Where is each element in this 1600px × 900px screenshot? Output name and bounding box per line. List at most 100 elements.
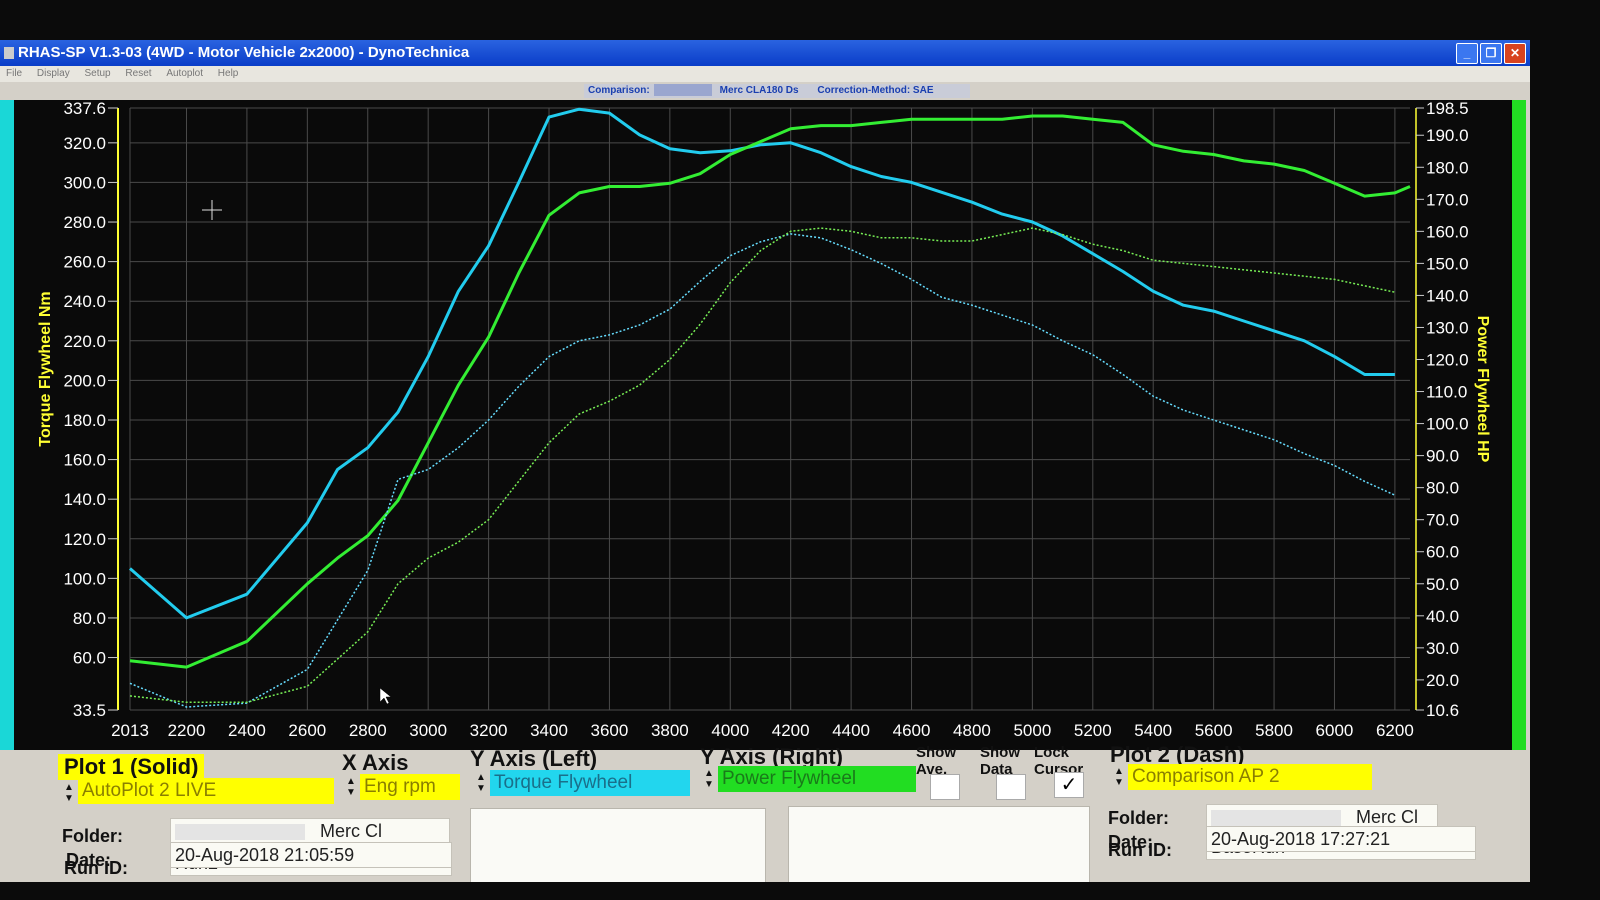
comparison-bar: Comparison: Merc CLA180 Ds Correction-Met…: [0, 82, 1530, 100]
correction-method: Correction-Method: SAE: [817, 85, 934, 96]
show-ave-checkbox[interactable]: [930, 774, 960, 800]
left-axis-color-strip: [0, 100, 14, 750]
y-left-tick-label: 200.0: [63, 371, 106, 390]
plot2-date-field[interactable]: 20-Aug-2018 17:27:21: [1206, 826, 1476, 852]
right-axis-color-strip: [1512, 100, 1526, 750]
x-tick-label: 5800: [1255, 721, 1293, 740]
lock-cursor-checkbox[interactable]: ✓: [1054, 772, 1084, 798]
plot1-date-field[interactable]: 20-Aug-2018 21:05:59: [170, 842, 452, 868]
plot2-spinner[interactable]: ▲ ▼: [1112, 766, 1126, 792]
menu-reset[interactable]: Reset: [125, 68, 151, 79]
dyno-chart[interactable]: 337.6 320.0 300.0 280.0 260.0 240.0 220.0 200.0…: [14, 100, 1512, 750]
x-tick-label: 2400: [228, 721, 266, 740]
x-tick-label: 5000: [1013, 721, 1051, 740]
x-tick-label: 4800: [953, 721, 991, 740]
x-tick-label: 2800: [349, 721, 387, 740]
y-left-tick-label: 240.0: [63, 292, 106, 311]
x-tick-label: 3000: [409, 721, 447, 740]
x-tick-label: 5200: [1074, 721, 1112, 740]
y-left-tick-label: 280.0: [63, 213, 106, 232]
y-left-tick-label: 220.0: [63, 332, 106, 351]
y-right-tick-label: 20.0: [1426, 671, 1459, 690]
menu-autoplot[interactable]: Autoplot: [166, 68, 203, 79]
plot1-folder-label: Folder:: [62, 826, 123, 846]
chart-svg[interactable]: 337.6 320.0 300.0 280.0 260.0 240.0 220.0 200.0…: [14, 100, 1512, 750]
y-left-spinner[interactable]: ▲ ▼: [474, 772, 488, 798]
y-left-tick-label: 33.5: [73, 701, 106, 720]
y-right-tick-label: 100.0: [1426, 415, 1469, 434]
app-icon: [4, 47, 14, 60]
x-axis-select[interactable]: Eng rpm: [360, 774, 460, 800]
show-data-label: Show Data: [980, 744, 1020, 778]
minimize-button[interactable]: _: [1456, 43, 1478, 64]
y-right-tick-label: 198.5: [1426, 100, 1469, 118]
series-line-2: [129, 233, 1396, 708]
title-bar[interactable]: RHAS-SP V1.3-03 (4WD - Motor Vehicle 2x2…: [0, 40, 1530, 66]
y-left-header: Y Axis (Left): [470, 746, 598, 771]
menu-display[interactable]: Display: [37, 68, 70, 79]
x-tick-label: 2600: [288, 721, 326, 740]
window-title: RHAS-SP V1.3-03 (4WD - Motor Vehicle 2x2…: [18, 44, 470, 61]
x-axis-spinner[interactable]: ▲ ▼: [344, 776, 358, 802]
y-left-select[interactable]: Torque Flywheel: [490, 770, 690, 796]
x-tick-label: 5600: [1195, 721, 1233, 740]
show-ave-label: Show Ave.: [916, 744, 956, 778]
y-right-select[interactable]: Power Flywheel: [718, 766, 916, 792]
y-right-tick-label: 40.0: [1426, 607, 1459, 626]
y-left-panel: [470, 808, 766, 882]
y-left-tick-label: 80.0: [73, 609, 106, 628]
x-tick-label: 2013: [111, 721, 149, 740]
y-right-spinner[interactable]: ▲ ▼: [702, 768, 716, 794]
redacted-field: [1211, 810, 1341, 827]
plot1-spinner[interactable]: ▲ ▼: [62, 782, 76, 808]
y-right-tick-label: 50.0: [1426, 575, 1459, 594]
y-left-tick-label: 320.0: [63, 134, 106, 153]
x-tick-label: 3800: [651, 721, 689, 740]
series-line-0: [129, 107, 1395, 620]
y-right-tick-label: 110.0: [1426, 383, 1467, 402]
menu-file[interactable]: File: [6, 68, 22, 79]
mouse-pointer-icon: [379, 687, 392, 705]
x-tick-label: 2200: [168, 721, 206, 740]
y-left-tick-label: 260.0: [63, 253, 106, 272]
x-tick-label: 3200: [470, 721, 508, 740]
y-right-tick-label: 80.0: [1426, 479, 1459, 498]
plot2-select[interactable]: Comparison AP 2: [1128, 764, 1372, 790]
plot1-folder-value: Merc Cl: [320, 821, 383, 841]
y-left-tick-label: 337.6: [63, 100, 106, 118]
y-left-axis-title: Torque Flywheel Nm: [37, 291, 54, 446]
comparison-info: Comparison: Merc CLA180 Ds Correction-Met…: [584, 84, 970, 98]
redacted-field: [175, 824, 305, 841]
y-left-tick-label: 140.0: [63, 490, 106, 509]
y-right-tick-label: 120.0: [1426, 351, 1469, 370]
menu-bar: File Display Setup Reset Autoplot Help: [0, 66, 1530, 82]
y-right-tick-label: 160.0: [1426, 222, 1469, 241]
menu-setup[interactable]: Setup: [84, 68, 110, 79]
maximize-button[interactable]: ❐: [1480, 43, 1502, 64]
x-tick-label: 4000: [711, 721, 749, 740]
plot1-select[interactable]: AutoPlot 2 LIVE: [78, 778, 334, 804]
menu-help[interactable]: Help: [218, 68, 239, 79]
close-button[interactable]: ✕: [1504, 43, 1526, 64]
y-left-tick-label: 100.0: [63, 569, 106, 588]
window-controls: _ ❐ ✕: [1456, 43, 1526, 64]
x-tick-label: 4200: [772, 721, 810, 740]
comparison-name: Merc CLA180 Ds: [719, 85, 799, 96]
plot1-date-label: Date:: [66, 850, 112, 870]
y-right-tick-label: 140.0: [1426, 286, 1469, 305]
plot2-date-label: Date:: [1108, 832, 1154, 852]
show-data-checkbox[interactable]: [996, 774, 1026, 800]
plot1-header: Plot 1 (Solid): [58, 754, 205, 780]
y-right-tick-label: 180.0: [1426, 158, 1469, 177]
y-left-tick-label: 300.0: [63, 173, 106, 192]
y-right-tick-label: 130.0: [1426, 318, 1469, 337]
x-tick-label: 3600: [591, 721, 629, 740]
x-tick-label: 4600: [893, 721, 931, 740]
y-left-tick-label: 120.0: [63, 530, 106, 549]
y-right-tick-label: 190.0: [1426, 126, 1469, 145]
x-tick-label: 5400: [1134, 721, 1172, 740]
plot1-folder-field[interactable]: Merc Cl: [170, 818, 450, 844]
app-window: RHAS-SP V1.3-03 (4WD - Motor Vehicle 2x2…: [0, 40, 1530, 882]
x-tick-label: 6000: [1316, 721, 1354, 740]
x-tick-label: 4400: [832, 721, 870, 740]
